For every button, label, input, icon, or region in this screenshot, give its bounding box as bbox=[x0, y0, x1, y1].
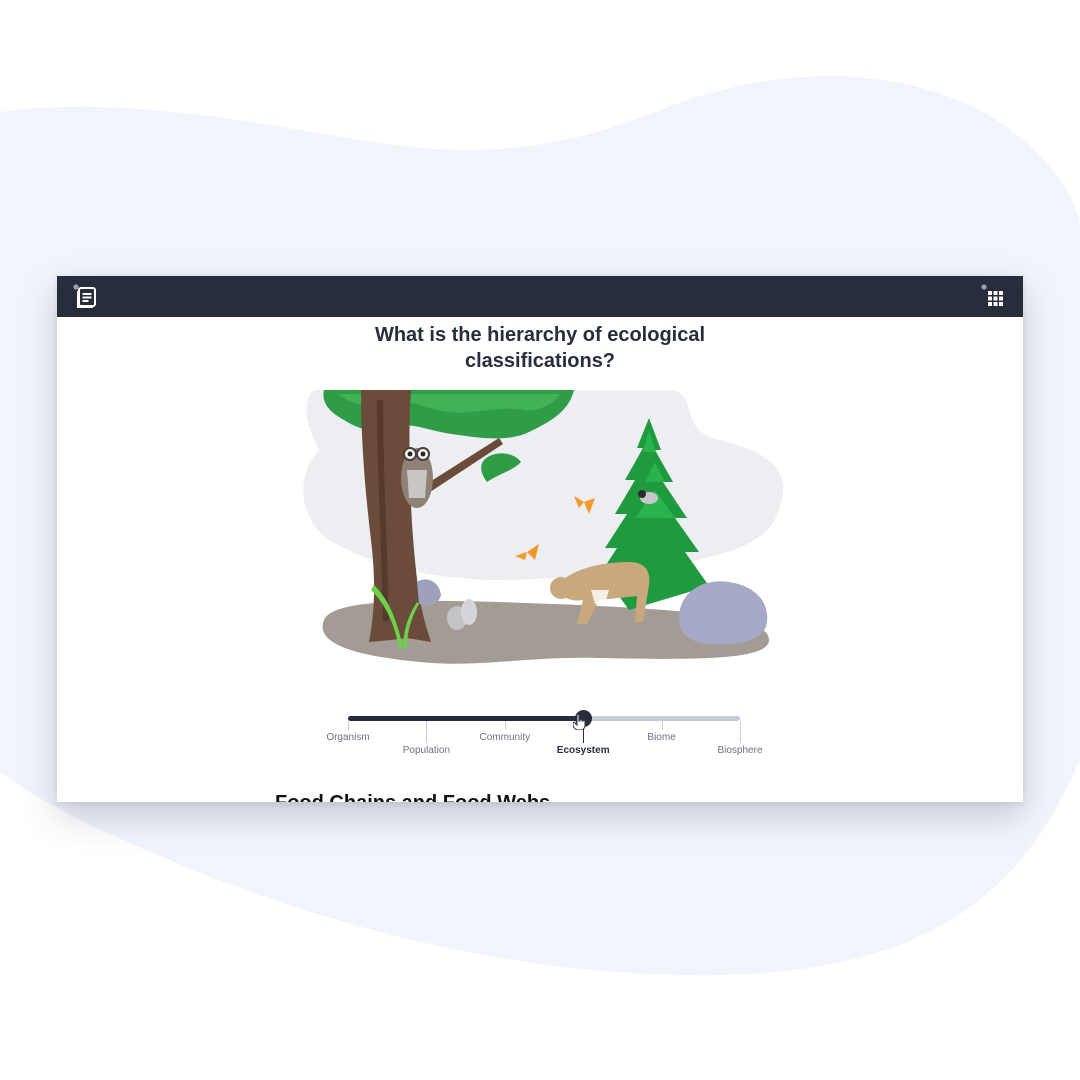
notes-button[interactable] bbox=[73, 284, 99, 310]
large-rock bbox=[679, 581, 768, 645]
slider-label-community[interactable]: Community bbox=[480, 732, 531, 743]
app-window: What is the hierarchy of ecological clas… bbox=[57, 276, 1023, 802]
grid-menu-icon bbox=[981, 284, 1003, 306]
slider-label-biome[interactable]: Biome bbox=[647, 732, 675, 743]
slider-label-population[interactable]: Population bbox=[403, 745, 450, 756]
hierarchy-slider[interactable]: Organism Population Community Ecosystem Biom… bbox=[326, 706, 763, 766]
slider-tick bbox=[348, 721, 349, 730]
notes-icon bbox=[73, 284, 96, 308]
slider-tick bbox=[661, 721, 663, 730]
slider-tick bbox=[504, 721, 506, 730]
slider-label-organism[interactable]: Organism bbox=[326, 732, 369, 743]
slider-label-biosphere[interactable]: Biosphere bbox=[717, 745, 762, 756]
grid-menu-button[interactable] bbox=[981, 284, 1007, 310]
page-title: What is the hierarchy of ecological clas… bbox=[374, 324, 706, 372]
slider-tick bbox=[426, 721, 428, 743]
top-bar bbox=[57, 276, 1023, 317]
slider-tick bbox=[740, 721, 741, 743]
slider-track-fill bbox=[348, 716, 584, 721]
slider-label-ecosystem[interactable]: Ecosystem bbox=[557, 745, 610, 756]
ecosystem-illustration bbox=[303, 390, 784, 664]
hand-pointer-icon bbox=[573, 714, 585, 730]
section-heading: Food Chains and Food Webs bbox=[275, 792, 550, 802]
